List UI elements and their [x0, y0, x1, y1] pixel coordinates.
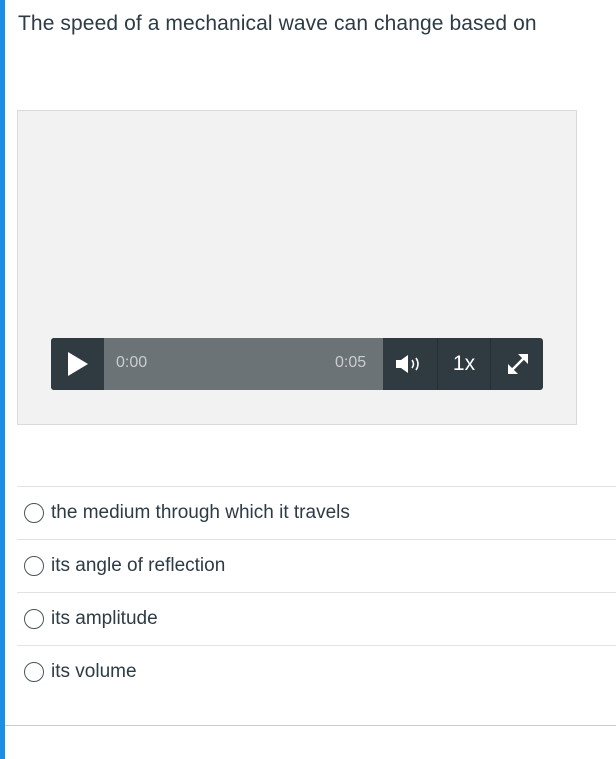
answer-label: its volume — [51, 661, 137, 682]
answer-label: its amplitude — [51, 608, 158, 629]
answer-label: its angle of reflection — [51, 555, 226, 576]
radio-button[interactable] — [24, 556, 44, 576]
left-accent-bar — [0, 0, 5, 759]
answer-list: the medium through which it travels its … — [17, 486, 616, 698]
radio-button[interactable] — [24, 503, 44, 523]
volume-button[interactable] — [383, 338, 436, 390]
total-time: 0:05 — [335, 354, 367, 371]
audio-player: 0:00 0:05 1x — [51, 338, 543, 390]
answer-option[interactable]: the medium through which it travels — [17, 486, 616, 539]
fullscreen-icon — [507, 354, 528, 374]
play-button[interactable] — [51, 338, 104, 390]
answer-option[interactable]: its volume — [17, 645, 616, 698]
current-time: 0:00 — [116, 354, 148, 371]
answer-option[interactable]: its amplitude — [17, 592, 616, 645]
divider — [5, 725, 616, 726]
question-text: The speed of a mechanical wave can chang… — [18, 12, 537, 35]
radio-button[interactable] — [24, 609, 44, 629]
play-icon — [67, 352, 88, 376]
playback-speed-button[interactable]: 1x — [437, 338, 490, 390]
volume-icon — [395, 355, 419, 373]
answer-option[interactable]: its angle of reflection — [17, 539, 616, 592]
radio-button[interactable] — [24, 662, 44, 682]
fullscreen-button[interactable] — [490, 338, 543, 390]
answer-label: the medium through which it travels — [51, 502, 350, 523]
